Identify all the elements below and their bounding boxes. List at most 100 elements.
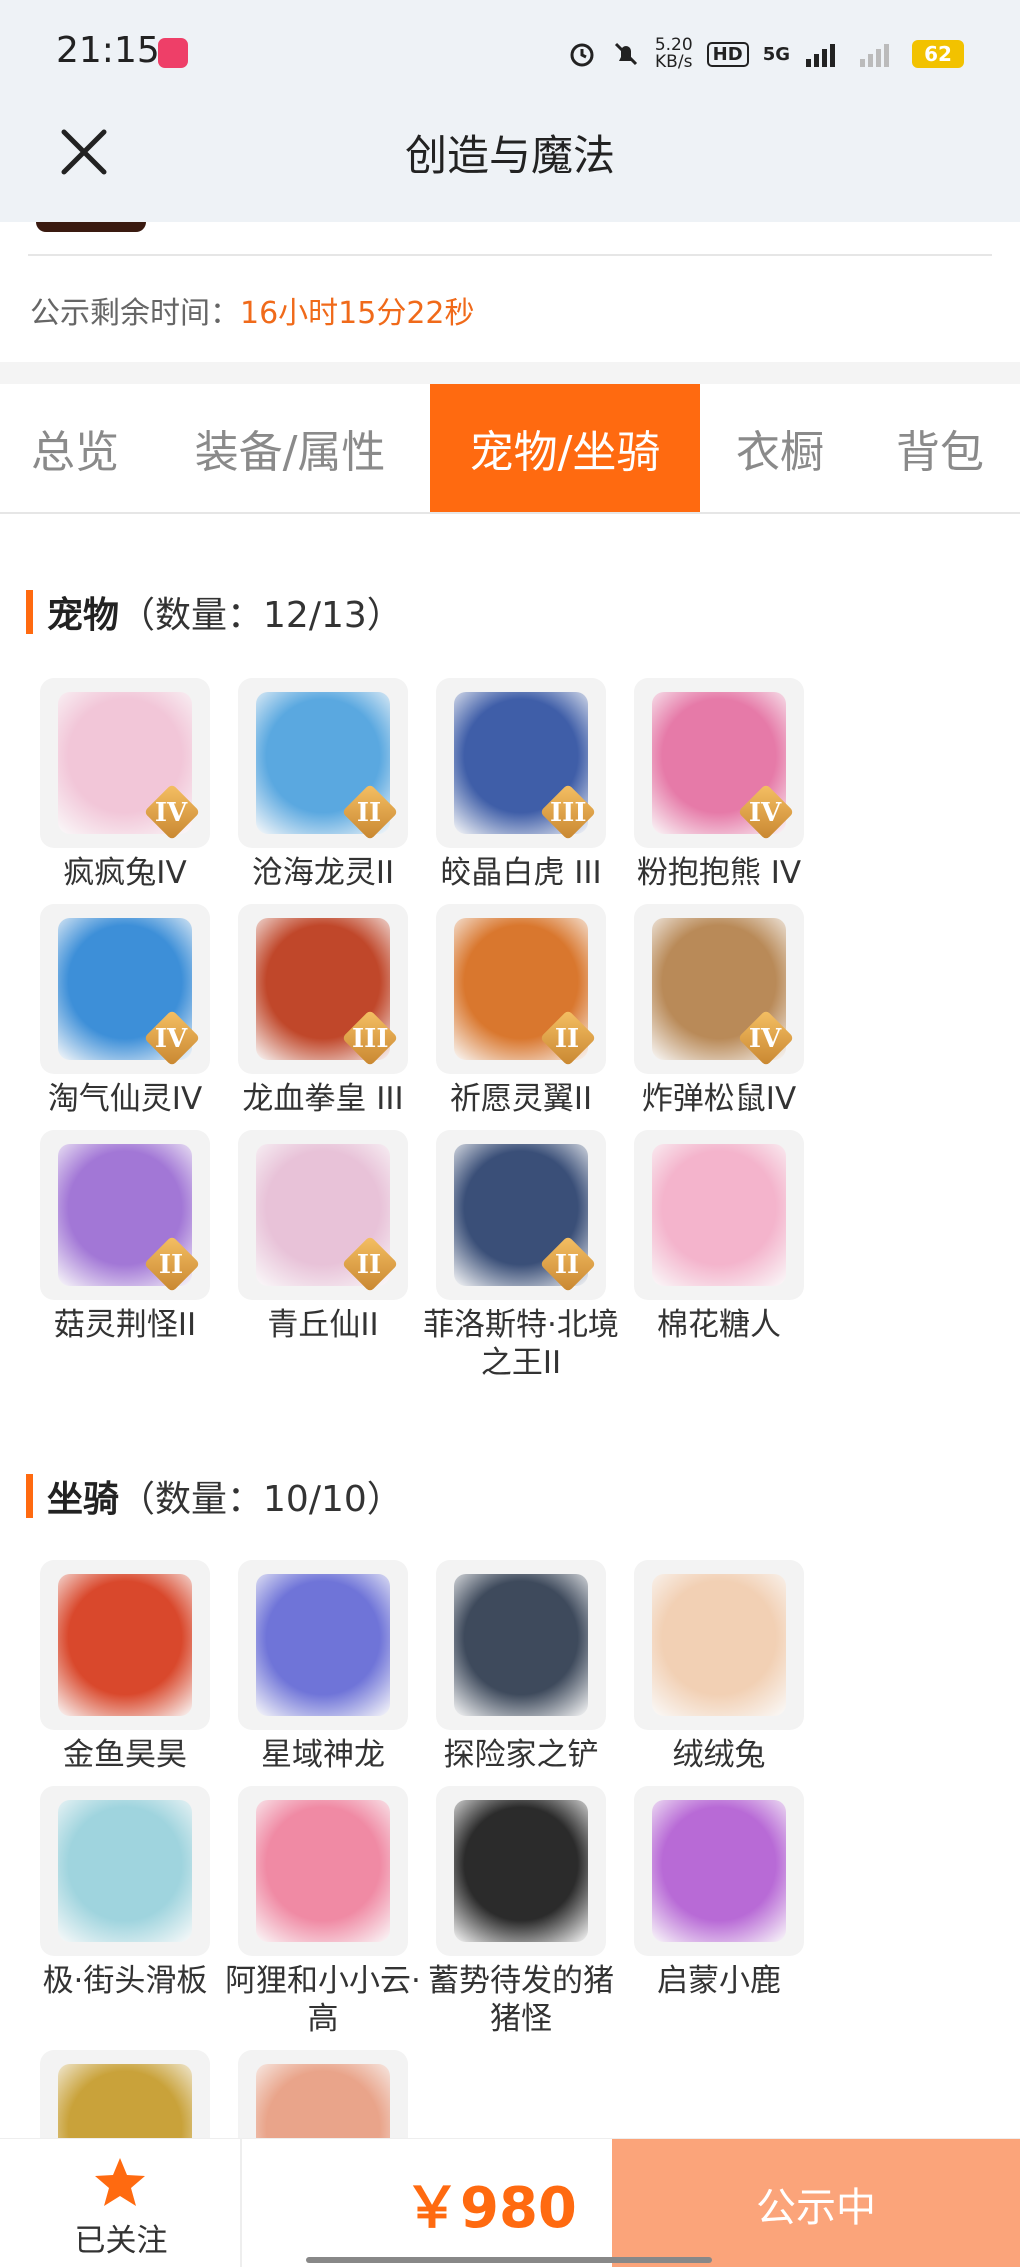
status-button[interactable]: 公示中 (612, 2139, 1020, 2267)
pets-item[interactable]: II 菇灵荆怪II (26, 1130, 224, 1382)
app-notification-icon (158, 38, 188, 68)
status-time: 21:15 (56, 30, 160, 71)
mounts-item[interactable]: 极·街头滑板 (26, 1786, 224, 2038)
pets-name: 皎晶白虎 III (440, 855, 602, 891)
pets-name: 祈愿灵翼II (449, 1081, 593, 1117)
pets-thumbnail: II (436, 904, 606, 1074)
battery-indicator: 62 (912, 40, 964, 68)
tab-pets-mounts[interactable]: 宠物/坐骑 (430, 384, 700, 512)
section-gap (0, 362, 1020, 384)
mounts-image (652, 1800, 786, 1942)
pets-image (652, 1144, 786, 1286)
net-speed-unit: KB/s (655, 52, 693, 72)
pets-count: （数量：12/13） (119, 595, 403, 636)
follow-label: 已关注 (74, 2223, 168, 2259)
section-accent-bar (26, 1474, 33, 1518)
mounts-name: 探险家之铲 (443, 1737, 599, 1773)
pets-title: 宠物 (47, 595, 120, 636)
mounts-name: 蓄势待发的猪猪怪 (428, 1963, 614, 2037)
pets-thumbnail: IV (40, 904, 210, 1074)
mounts-thumbnail (40, 1786, 210, 1956)
status-icons: 5.20 KB/s HD 5G 62 (567, 32, 964, 76)
mounts-item[interactable]: 阿狸和小小云·高 (224, 1786, 422, 2038)
pets-name: 青丘仙II (267, 1307, 379, 1343)
pets-item[interactable]: II 青丘仙II (224, 1130, 422, 1382)
pets-thumbnail: IV (634, 678, 804, 848)
pets-name: 龙血拳皇 III (242, 1081, 404, 1117)
mute-bell-icon (614, 42, 637, 66)
pets-thumbnail: IV (634, 904, 804, 1074)
mounts-name: 极·街头滑板 (42, 1963, 208, 1999)
mounts-image (256, 1574, 390, 1716)
mounts-thumbnail (634, 1560, 804, 1730)
mounts-name: 阿狸和小小云·高 (225, 1963, 421, 2037)
tab-equipment[interactable]: 装备/属性 (150, 384, 430, 512)
mounts-thumbnail (436, 1786, 606, 1956)
pets-item[interactable]: 棉花糖人 (620, 1130, 818, 1382)
pets-item[interactable]: IV 淘气仙灵IV (26, 904, 224, 1118)
follow-button[interactable]: 已关注 (0, 2139, 242, 2267)
section-accent-bar (26, 590, 33, 634)
pets-thumbnail: II (40, 1130, 210, 1300)
mounts-item[interactable]: 蓄势待发的猪猪怪 (422, 1786, 620, 2038)
mounts-name: 星域神龙 (261, 1737, 385, 1773)
mounts-image (454, 1800, 588, 1942)
mounts-count: （数量：10/10） (119, 1479, 403, 1520)
pets-item[interactable]: III 龙血拳皇 III (224, 904, 422, 1118)
tab-bar: 总览 装备/属性 宠物/坐骑 衣橱 背包 (0, 384, 1020, 514)
pets-thumbnail: III (238, 904, 408, 1074)
header: 创造与魔法 (0, 108, 1020, 222)
notice-label: 公示剩余时间： (30, 296, 240, 331)
pets-name: 菲洛斯特·北境之王II (423, 1307, 619, 1381)
tier-badge-label: II (356, 1250, 382, 1280)
mounts-image (58, 1800, 192, 1942)
tab-backpack[interactable]: 背包 (860, 384, 1020, 512)
net-speed: 5.20 KB/s (655, 37, 693, 71)
star-icon (95, 2158, 145, 2206)
notice-section: 公示剩余时间：16小时15分22秒 (0, 222, 1020, 380)
mounts-image (58, 1574, 192, 1716)
divider (28, 254, 992, 256)
mounts-item[interactable]: 金鱼昊昊 (26, 1560, 224, 1774)
tab-overview[interactable]: 总览 (0, 384, 150, 512)
home-indicator (306, 2257, 712, 2263)
avatar (36, 222, 146, 232)
mounts-item[interactable]: 绒绒兔 (620, 1560, 818, 1774)
mounts-item[interactable]: 探险家之铲 (422, 1560, 620, 1774)
pets-thumbnail: IV (40, 678, 210, 848)
pets-item[interactable]: IV 炸弹松鼠IV (620, 904, 818, 1118)
network-type: 5G (762, 43, 790, 65)
tier-badge-label: IV (748, 1024, 782, 1054)
tier-badge-label: IV (154, 1024, 188, 1054)
pets-item[interactable]: IV 粉抱抱熊 IV (620, 678, 818, 892)
pets-name: 沧海龙灵II (251, 855, 395, 891)
tab-wardrobe[interactable]: 衣橱 (700, 384, 860, 512)
hd-badge: HD (706, 41, 749, 67)
pets-thumbnail: II (238, 1130, 408, 1300)
mounts-item[interactable]: 星域神龙 (224, 1560, 422, 1774)
alarm-icon (570, 43, 594, 67)
bottom-bar: 已关注 ￥980 公示中 (0, 2138, 1020, 2267)
notice-row: 公示剩余时间：16小时15分22秒 (30, 288, 475, 332)
pets-thumbnail: II (436, 1130, 606, 1300)
pets-item[interactable]: II 沧海龙灵II (224, 678, 422, 892)
pets-name: 疯疯兔IV (63, 855, 187, 891)
pets-name: 淘气仙灵IV (47, 1081, 203, 1117)
pets-item[interactable]: IV 疯疯兔IV (26, 678, 224, 892)
pets-item[interactable]: II 菲洛斯特·北境之王II (422, 1130, 620, 1382)
mounts-title: 坐骑 (47, 1479, 120, 1520)
pets-thumbnail: II (238, 678, 408, 848)
mounts-name: 金鱼昊昊 (63, 1737, 187, 1773)
pets-section-header: 宠物 （数量：12/13） (26, 586, 403, 638)
top-bar: 21:15 5.20 KB/s HD 5G 62 创造与魔法 (0, 0, 1020, 222)
pets-grid: IV 疯疯兔IV II 沧海龙灵II III 皎晶白虎 III IV 粉抱抱熊 IV IV 淘气仙… (26, 678, 996, 1394)
tier-badge-label: IV (748, 798, 782, 828)
mounts-item[interactable]: 启蒙小鹿 (620, 1786, 818, 2038)
pets-item[interactable]: II 祈愿灵翼II (422, 904, 620, 1118)
tier-badge-label: IV (154, 798, 188, 828)
mounts-image (652, 1574, 786, 1716)
pets-thumbnail: III (436, 678, 606, 848)
tier-badge-label: II (356, 798, 382, 828)
tier-badge-label: III (550, 798, 587, 828)
pets-item[interactable]: III 皎晶白虎 III (422, 678, 620, 892)
